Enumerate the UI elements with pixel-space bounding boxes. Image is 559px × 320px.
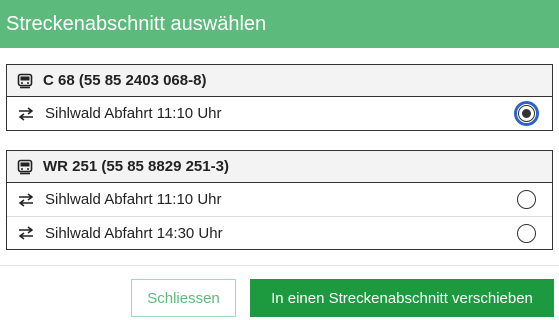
train-icon bbox=[17, 73, 33, 89]
dialog-title: Streckenabschnitt auswählen bbox=[6, 13, 267, 35]
vehicle-group-header: WR 251 (55 85 8829 251-3) bbox=[7, 151, 552, 183]
swap-arrows-icon bbox=[17, 226, 35, 240]
radio-dot bbox=[522, 109, 531, 118]
dialog-header: Streckenabschnitt auswählen bbox=[0, 0, 559, 48]
vehicle-group-header: C 68 (55 85 2403 068-8) bbox=[7, 65, 552, 97]
section-option[interactable]: Sihlwald Abfahrt 11:10 Uhr bbox=[7, 183, 552, 216]
swap-arrows-icon bbox=[17, 106, 35, 121]
vehicle-group: C 68 (55 85 2403 068-8) Sihlwald Abfahrt… bbox=[6, 64, 553, 131]
footer-divider bbox=[0, 265, 559, 266]
radio-ring bbox=[518, 105, 535, 122]
section-option-label: Sihlwald Abfahrt 11:10 Uhr bbox=[45, 191, 222, 208]
section-radio[interactable] bbox=[517, 190, 536, 209]
vehicle-group-title: WR 251 (55 85 8829 251-3) bbox=[43, 158, 229, 175]
section-radio[interactable] bbox=[517, 224, 536, 243]
section-option-label: Sihlwald Abfahrt 14:30 Uhr bbox=[45, 224, 223, 242]
vehicle-group: WR 251 (55 85 8829 251-3) Sihlwald Abfah… bbox=[6, 150, 553, 250]
section-option-label: Sihlwald Abfahrt 11:10 Uhr bbox=[45, 105, 222, 122]
move-to-section-button[interactable]: In einen Streckenabschnitt verschieben bbox=[250, 279, 554, 317]
swap-arrows-icon bbox=[17, 192, 35, 207]
section-option[interactable]: Sihlwald Abfahrt 11:10 Uhr bbox=[7, 97, 552, 130]
vehicle-group-title: C 68 (55 85 2403 068-8) bbox=[43, 72, 207, 89]
train-icon bbox=[17, 159, 33, 175]
section-option[interactable]: Sihlwald Abfahrt 14:30 Uhr bbox=[7, 216, 552, 249]
section-radio-selected[interactable] bbox=[514, 101, 539, 126]
close-button[interactable]: Schliessen bbox=[131, 279, 236, 317]
